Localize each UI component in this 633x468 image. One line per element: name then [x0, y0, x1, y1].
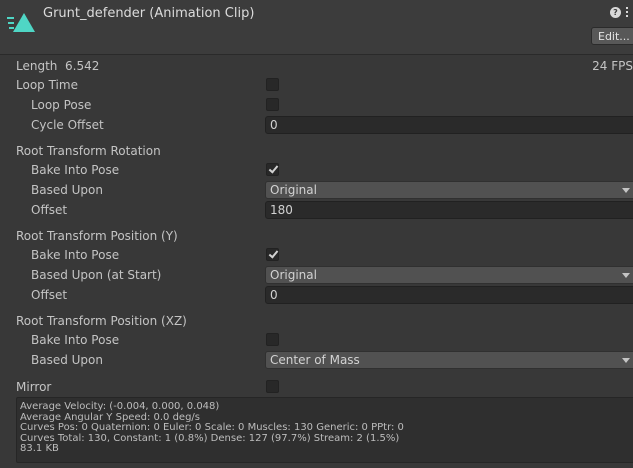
- root-pos-xz-bake-checkbox[interactable]: [266, 333, 279, 346]
- root-rotation-based-dropdown[interactable]: Original: [265, 181, 633, 199]
- root-pos-y-based-value: Original: [270, 268, 317, 282]
- dropdown-arrow-icon: [622, 188, 630, 193]
- loop-pose-label: Loop Pose: [31, 98, 92, 112]
- root-pos-y-based-row: Based Upon (at Start) Original: [0, 265, 633, 285]
- loop-pose-checkbox[interactable]: [266, 98, 279, 111]
- root-pos-y-bake-row: Bake Into Pose: [0, 245, 633, 265]
- dropdown-arrow-icon: [622, 358, 630, 363]
- info-size: 83.1 KB: [20, 443, 59, 454]
- length-row: Length 6.542 24 FPS: [0, 56, 633, 76]
- mirror-row: Mirror: [0, 377, 633, 397]
- length-value: 6.542: [65, 59, 100, 73]
- more-options-icon[interactable]: [626, 6, 630, 19]
- root-pos-y-bake-checkbox[interactable]: [266, 248, 279, 261]
- root-pos-y-based-label: Based Upon (at Start): [31, 268, 162, 282]
- root-rotation-based-label: Based Upon: [31, 183, 103, 197]
- mirror-checkbox[interactable]: [266, 380, 279, 393]
- cycle-offset-label: Cycle Offset: [31, 118, 104, 132]
- fps-value: 24 FPS: [592, 59, 633, 73]
- root-rotation-bake-checkbox[interactable]: [266, 163, 279, 176]
- root-pos-xz-bake-row: Bake Into Pose: [0, 330, 633, 350]
- root-rotation-offset-row: Offset 180: [0, 200, 633, 220]
- info-curves-total: Curves Total: 130, Constant: 1 (0.8%) De…: [20, 432, 400, 444]
- info-curves-breakdown: Curves Pos: 0 Quaternion: 0 Euler: 0 Sca…: [20, 422, 404, 433]
- root-pos-y-header-row: Root Transform Position (Y): [0, 226, 633, 246]
- root-pos-y-offset-field[interactable]: 0: [265, 286, 633, 304]
- root-pos-y-based-dropdown[interactable]: Original: [265, 266, 633, 284]
- root-pos-xz-based-dropdown[interactable]: Center of Mass: [265, 351, 633, 369]
- root-rotation-offset-field[interactable]: 180: [265, 201, 633, 219]
- root-pos-y-bake-label: Bake Into Pose: [31, 248, 120, 262]
- length-label: Length: [16, 59, 58, 73]
- info-average-velocity: Average Velocity: (-0.004, 0.000, 0.048): [20, 401, 220, 412]
- root-rotation-based-row: Based Upon Original: [0, 180, 633, 200]
- root-pos-xz-header: Root Transform Position (XZ): [16, 314, 187, 328]
- root-pos-xz-based-label: Based Upon: [31, 353, 103, 367]
- cycle-offset-field[interactable]: 0: [265, 116, 633, 134]
- root-pos-y-offset-label: Offset: [31, 288, 68, 302]
- root-rotation-offset-label: Offset: [31, 203, 68, 217]
- loop-time-row: Loop Time: [0, 75, 633, 95]
- help-icon[interactable]: ?: [610, 7, 621, 18]
- inspector-header: Grunt_defender (Animation Clip) ? Edit..…: [0, 0, 633, 55]
- cycle-offset-row: Cycle Offset 0: [0, 115, 633, 135]
- clip-title: Grunt_defender (Animation Clip): [43, 6, 255, 21]
- root-pos-xz-based-row: Based Upon Center of Mass: [0, 350, 633, 370]
- loop-time-label: Loop Time: [16, 78, 78, 92]
- mirror-label: Mirror: [16, 380, 52, 394]
- root-pos-xz-bake-label: Bake Into Pose: [31, 333, 120, 347]
- dropdown-arrow-icon: [622, 273, 630, 278]
- root-pos-xz-header-row: Root Transform Position (XZ): [0, 311, 633, 331]
- loop-time-checkbox[interactable]: [266, 78, 279, 91]
- root-rotation-bake-row: Bake Into Pose: [0, 160, 633, 180]
- clip-info-panel: Average Velocity: (-0.004, 0.000, 0.048)…: [16, 397, 633, 463]
- root-pos-xz-based-value: Center of Mass: [270, 353, 360, 367]
- root-rotation-bake-label: Bake Into Pose: [31, 163, 120, 177]
- root-rotation-header: Root Transform Rotation: [16, 144, 161, 158]
- root-pos-y-offset-row: Offset 0: [0, 285, 633, 305]
- root-rotation-based-value: Original: [270, 183, 317, 197]
- loop-pose-row: Loop Pose: [0, 95, 633, 115]
- root-rotation-header-row: Root Transform Rotation: [0, 141, 633, 161]
- animation-clip-icon: [7, 13, 35, 32]
- root-pos-y-header: Root Transform Position (Y): [16, 229, 178, 243]
- edit-button[interactable]: Edit...: [591, 27, 633, 45]
